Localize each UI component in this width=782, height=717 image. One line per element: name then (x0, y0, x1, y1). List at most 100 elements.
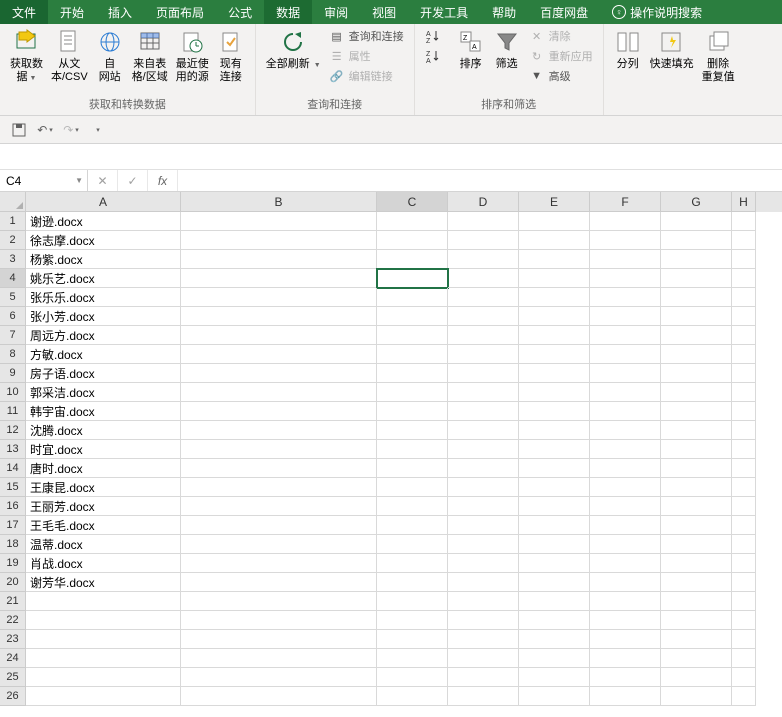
cell[interactable] (661, 535, 732, 554)
cell[interactable] (661, 687, 732, 706)
cell[interactable] (181, 611, 377, 630)
cell[interactable] (181, 573, 377, 592)
cell[interactable] (732, 383, 756, 402)
cell[interactable] (519, 288, 590, 307)
cell[interactable] (519, 668, 590, 687)
cell[interactable] (519, 402, 590, 421)
cell[interactable] (181, 516, 377, 535)
cell[interactable] (732, 440, 756, 459)
cell[interactable] (519, 231, 590, 250)
cell[interactable] (448, 440, 519, 459)
cell[interactable] (377, 687, 448, 706)
cell[interactable] (732, 269, 756, 288)
cell[interactable] (448, 554, 519, 573)
refresh-all-button[interactable]: 全部刷新 ▼ (262, 26, 325, 73)
cell[interactable] (519, 269, 590, 288)
cell[interactable] (181, 250, 377, 269)
cell[interactable] (519, 326, 590, 345)
col-header-F[interactable]: F (590, 192, 661, 212)
row-header[interactable]: 3 (0, 250, 26, 269)
cell[interactable] (448, 402, 519, 421)
cell[interactable]: 郭采洁.docx (26, 383, 181, 402)
cell[interactable] (181, 440, 377, 459)
cell[interactable] (661, 326, 732, 345)
cell[interactable] (590, 326, 661, 345)
cell[interactable]: 姚乐艺.docx (26, 269, 181, 288)
cell[interactable] (590, 554, 661, 573)
row-header[interactable]: 5 (0, 288, 26, 307)
row-header[interactable]: 17 (0, 516, 26, 535)
cell[interactable] (519, 649, 590, 668)
cell[interactable] (661, 611, 732, 630)
cell[interactable] (181, 478, 377, 497)
cell[interactable] (661, 478, 732, 497)
tab-formula[interactable]: 公式 (216, 0, 264, 24)
cell[interactable] (732, 231, 756, 250)
tell-me-search[interactable]: ♀ 操作说明搜索 (600, 0, 714, 24)
advanced-filter-button[interactable]: ▼高级 (525, 66, 597, 86)
cell[interactable] (448, 364, 519, 383)
cell[interactable] (519, 345, 590, 364)
cell[interactable] (732, 364, 756, 383)
row-header[interactable]: 7 (0, 326, 26, 345)
cell[interactable] (732, 554, 756, 573)
col-header-A[interactable]: A (26, 192, 181, 212)
save-button[interactable] (8, 119, 30, 141)
cell[interactable] (448, 668, 519, 687)
cell[interactable] (590, 402, 661, 421)
cell[interactable] (519, 554, 590, 573)
cell[interactable]: 肖战.docx (26, 554, 181, 573)
cell[interactable] (448, 687, 519, 706)
cell[interactable]: 王康昆.docx (26, 478, 181, 497)
cell[interactable] (377, 288, 448, 307)
cell[interactable] (661, 497, 732, 516)
cell[interactable] (377, 649, 448, 668)
cell[interactable] (181, 630, 377, 649)
cell[interactable] (377, 345, 448, 364)
cell[interactable] (661, 516, 732, 535)
cell[interactable] (732, 649, 756, 668)
tab-review[interactable]: 审阅 (312, 0, 360, 24)
cell[interactable] (732, 421, 756, 440)
cell[interactable] (448, 611, 519, 630)
cell[interactable] (661, 440, 732, 459)
cell[interactable] (448, 573, 519, 592)
row-header[interactable]: 12 (0, 421, 26, 440)
cell[interactable] (661, 212, 732, 231)
cell[interactable] (590, 668, 661, 687)
sort-button[interactable]: ZA 排序 (453, 26, 489, 73)
cell[interactable] (448, 478, 519, 497)
reapply-button[interactable]: ↻重新应用 (525, 46, 597, 66)
cell[interactable] (661, 269, 732, 288)
cell[interactable] (181, 383, 377, 402)
cell[interactable] (26, 611, 181, 630)
cell[interactable] (377, 592, 448, 611)
cell[interactable] (732, 573, 756, 592)
cell[interactable] (590, 231, 661, 250)
row-header[interactable]: 13 (0, 440, 26, 459)
cell[interactable] (181, 231, 377, 250)
cell[interactable] (732, 345, 756, 364)
row-header[interactable]: 16 (0, 497, 26, 516)
cell[interactable] (590, 535, 661, 554)
row-header[interactable]: 2 (0, 231, 26, 250)
cell[interactable] (590, 364, 661, 383)
cell[interactable]: 唐时.docx (26, 459, 181, 478)
tab-baidu[interactable]: 百度网盘 (528, 0, 600, 24)
cell[interactable]: 谢逊.docx (26, 212, 181, 231)
cell[interactable] (590, 592, 661, 611)
qat-customize[interactable]: ▾ (86, 119, 108, 141)
flash-fill-button[interactable]: 快速填充 (646, 26, 698, 73)
col-header-C[interactable]: C (377, 192, 448, 212)
cell[interactable] (377, 326, 448, 345)
cell[interactable] (377, 611, 448, 630)
cell[interactable] (448, 345, 519, 364)
cell[interactable] (661, 307, 732, 326)
cell[interactable] (448, 649, 519, 668)
cell[interactable] (590, 478, 661, 497)
cancel-formula-button[interactable]: ✕ (88, 170, 118, 191)
cell[interactable] (732, 288, 756, 307)
cell[interactable] (519, 212, 590, 231)
cell[interactable]: 徐志摩.docx (26, 231, 181, 250)
cell[interactable] (519, 250, 590, 269)
